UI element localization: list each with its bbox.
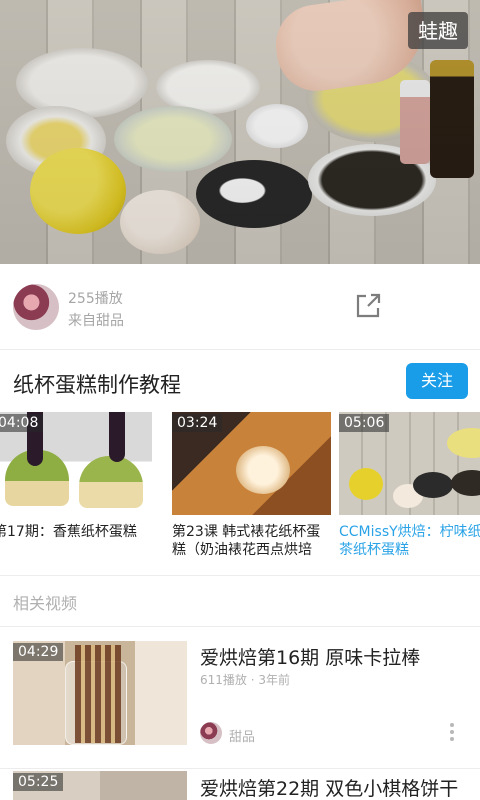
watermark-label: 蛙趣 bbox=[408, 12, 468, 49]
duration-badge: 04:08 bbox=[0, 414, 44, 432]
series-thumbnail: 03:24 bbox=[172, 412, 331, 515]
series-thumbnail: 04:08 bbox=[0, 412, 152, 515]
series-card-active[interactable]: 05:06 CCMissY烘焙：柠味纸杯茶纸杯蛋糕 bbox=[339, 412, 480, 559]
mini-plate bbox=[413, 472, 453, 498]
cupcake-right bbox=[79, 456, 143, 508]
play-count: 255播放 bbox=[68, 291, 123, 307]
series-thumbnail: 05:06 bbox=[339, 412, 480, 515]
duration-badge: 05:25 bbox=[13, 773, 64, 791]
duration-badge: 04:29 bbox=[13, 643, 64, 661]
channel-avatar[interactable] bbox=[13, 284, 59, 330]
related-title: 爱烘焙第22期 双色小棋格饼干 bbox=[200, 778, 459, 800]
duration-badge: 03:24 bbox=[172, 414, 223, 432]
related-thumbnail: 04:29 bbox=[13, 641, 187, 745]
series-carousel[interactable]: 04:08 第17期：香蕉纸杯蛋糕 03:24 第23课 韩式裱花纸杯蛋糕（奶油… bbox=[0, 412, 480, 572]
duration-badge: 05:06 bbox=[339, 414, 390, 432]
channel-source[interactable]: 来自甜品 bbox=[68, 310, 124, 330]
related-heading: 相关视频 bbox=[13, 594, 78, 613]
breadsticks bbox=[75, 645, 121, 743]
series-title: 纸杯蛋糕制作教程 bbox=[13, 373, 181, 397]
flower-cream bbox=[236, 446, 290, 494]
mini-bowl bbox=[447, 428, 480, 458]
related-thumbnail: 05:25 bbox=[13, 771, 187, 800]
series-card-title: 第17期：香蕉纸杯蛋糕 bbox=[0, 524, 137, 540]
share-icon[interactable] bbox=[352, 290, 384, 322]
follow-button[interactable]: 关注 bbox=[406, 363, 468, 399]
related-meta: 611播放 · 3年前 bbox=[200, 673, 290, 687]
related-item[interactable]: 04:29 爱烘焙第16期 原味卡拉棒 611播放 · 3年前 甜品 bbox=[0, 627, 480, 767]
related-item[interactable]: 05:25 爱烘焙第22期 双色小棋格饼干 bbox=[0, 769, 480, 800]
related-source[interactable]: 甜品 bbox=[229, 726, 255, 745]
series-card-title: 第23课 韩式裱花纸杯蛋糕（奶油裱花西点烘培 bbox=[172, 524, 321, 558]
video-info: 255播放 来自甜品 bbox=[0, 264, 480, 350]
video-player[interactable]: 蛙趣 bbox=[0, 0, 480, 264]
more-options-icon[interactable] bbox=[446, 720, 458, 746]
piping-bag-2 bbox=[109, 412, 125, 462]
series-card[interactable]: 04:08 第17期：香蕉纸杯蛋糕 bbox=[0, 412, 152, 559]
mini-lemon bbox=[349, 468, 383, 500]
mini-tea bbox=[451, 470, 480, 496]
related-channel-avatar[interactable] bbox=[200, 722, 222, 744]
related-title: 爱烘焙第16期 原味卡拉棒 bbox=[200, 647, 421, 669]
series-card-title: CCMissY烘焙：柠味纸杯茶纸杯蛋糕 bbox=[339, 524, 480, 558]
series-section: 纸杯蛋糕制作教程 关注 04:08 第17期：香蕉纸杯蛋糕 03:24 第23课… bbox=[0, 350, 480, 576]
series-card[interactable]: 03:24 第23课 韩式裱花纸杯蛋糕（奶油裱花西点烘培 bbox=[172, 412, 331, 559]
